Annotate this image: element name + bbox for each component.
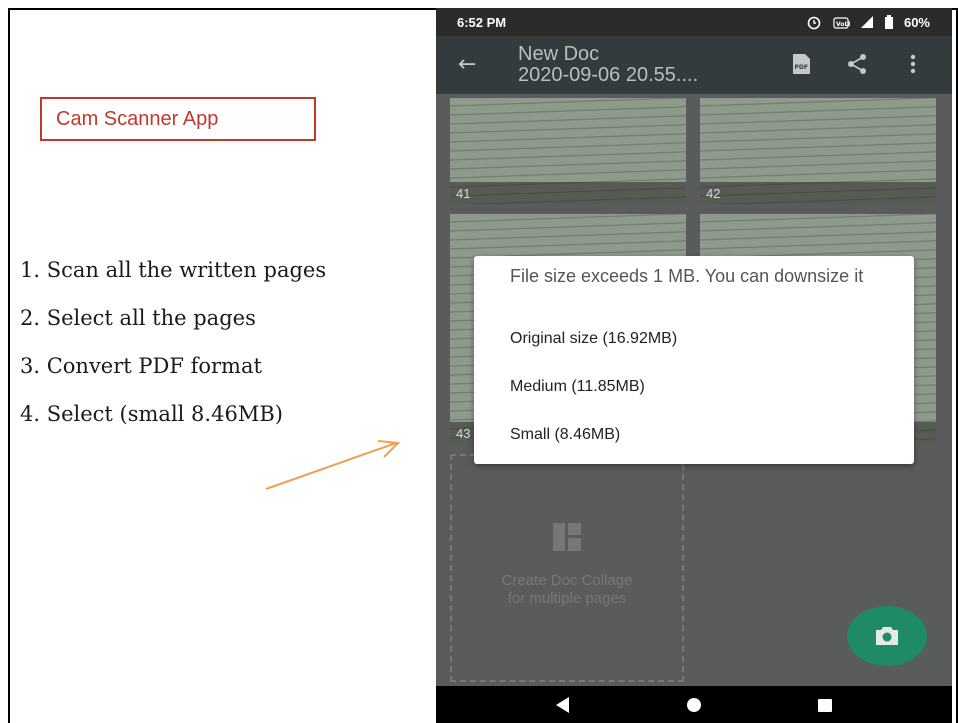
pointer-arrow (265, 440, 401, 490)
volte-icon: VoLTE (833, 17, 850, 29)
annotation-title: Cam Scanner App (40, 97, 316, 141)
option-original-size[interactable]: Original size (16.92MB) (510, 330, 677, 348)
nav-home-icon[interactable] (685, 696, 703, 714)
dialog-title: File size exceeds 1 MB. You can downsize… (510, 266, 864, 286)
page-number: 42 (706, 186, 721, 201)
nav-back-icon[interactable] (554, 696, 572, 714)
option-small[interactable]: Small (8.46MB) (510, 426, 620, 444)
system-nav-bar (436, 686, 952, 723)
signal-icon (860, 16, 873, 28)
doc-title: New Doc 2020-09-06 20.55.... (518, 44, 698, 86)
doc-title-line2: 2020-09-06 20.55.... (518, 64, 699, 86)
create-collage-tile[interactable]: Create Doc Collage for multiple pages (450, 454, 684, 682)
battery-icon (884, 15, 893, 29)
page-number: 43 (456, 426, 471, 441)
status-time: 6:52 PM (457, 15, 507, 30)
step-item: 3. Convert PDF format (20, 354, 262, 378)
step-item: 4. Select (small 8.46MB) (20, 402, 283, 426)
svg-text:VoLTE: VoLTE (836, 21, 850, 28)
share-icon[interactable] (846, 52, 868, 76)
option-medium[interactable]: Medium (11.85MB) (510, 378, 645, 396)
doc-title-line1: New Doc (518, 43, 600, 65)
downsize-dialog: File size exceeds 1 MB. You can downsize… (474, 256, 914, 464)
page-number: 41 (456, 186, 471, 201)
collage-text: Create Doc Collage for multiple pages (501, 572, 633, 607)
steps-list: 1. Scan all the written pages 2. Select … (20, 252, 326, 444)
step-item: 2. Select all the pages (20, 306, 256, 330)
status-bar: 6:52 PM VoLTE 60% (436, 8, 952, 36)
nav-recents-icon[interactable] (816, 696, 834, 714)
alarm-icon (807, 16, 821, 30)
status-icons: VoLTE 60% (806, 14, 930, 30)
pdf-icon[interactable]: PDF (790, 52, 812, 76)
more-vert-icon[interactable] (908, 52, 918, 76)
step-item: 1. Scan all the written pages (20, 258, 327, 282)
back-arrow-icon[interactable]: ← (458, 54, 476, 76)
page-thumbnail[interactable]: 41 (450, 98, 686, 204)
page-thumbnail[interactable]: 42 (700, 98, 936, 204)
collage-icon (553, 523, 581, 551)
camera-icon (876, 627, 898, 645)
camera-button[interactable] (847, 606, 927, 666)
svg-text:PDF: PDF (795, 64, 808, 71)
battery-percent: 60% (903, 14, 930, 30)
app-toolbar: ← New Doc 2020-09-06 20.55.... PDF (436, 36, 952, 94)
